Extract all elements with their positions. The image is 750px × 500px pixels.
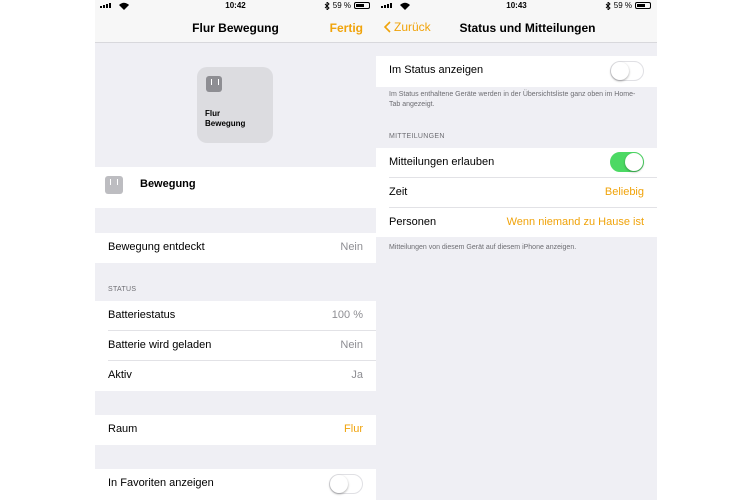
status-bar: 10:42 59 % [95,0,376,13]
time-row[interactable]: Zeit Beliebig [376,178,657,208]
battery-status-label: Batteriestatus [108,309,176,321]
show-in-status-row: Im Status anzeigen [376,56,657,87]
motion-sensor-icon [206,76,222,92]
favorites-row: In Favoriten anzeigen [95,469,376,500]
battery-percent: 59 % [332,1,351,10]
favorites-label: In Favoriten anzeigen [108,477,214,489]
notifications-footnote: Mitteilungen von diesem Gerät auf diesem… [389,244,577,251]
navigation-bar: Zurück Status und Mitteilungen [376,13,657,43]
allow-notifications-row: Mitteilungen erlauben [376,148,657,178]
motion-detected-label: Bewegung entdeckt [108,241,205,253]
show-in-status-label: Im Status anzeigen [389,64,484,76]
motion-detected-row: Bewegung entdeckt Nein [95,233,376,263]
back-button[interactable]: Zurück [384,20,431,34]
battery-charging-label: Batterie wird geladen [108,339,212,351]
status-section-header: STATUS [108,286,137,293]
active-value: Ja [351,369,363,381]
battery-icon [635,2,651,9]
status-bar: 10:43 59 % [376,0,657,13]
status-notifications-screen: 10:43 59 % Zurück Status und Mitteilunge… [376,0,657,500]
back-label: Zurück [394,20,431,34]
battery-charging-value: Nein [340,339,363,351]
accessory-name-row[interactable]: Bewegung [95,167,376,208]
room-label: Raum [108,423,138,435]
battery-charging-row: Batterie wird geladen Nein [95,331,376,361]
done-button[interactable]: Fertig [330,21,363,35]
show-in-status-toggle[interactable] [610,61,644,81]
time-value: Beliebig [604,186,644,198]
page-title: Status und Mitteilungen [459,21,596,35]
accessory-tile[interactable]: Flur Bewegung [197,67,273,143]
active-row: Aktiv Ja [95,361,376,391]
motion-detected-value: Nein [340,241,363,253]
accessory-settings-screen: 10:42 59 % Flur Bewegung Fertig Flur Bew… [95,0,376,500]
battery-status-value: 100 % [331,309,363,321]
chevron-left-icon [384,21,391,33]
battery-icon [354,2,370,9]
toggle-knob [611,62,629,80]
time-label: Zeit [389,186,408,198]
people-row[interactable]: Personen Wenn niemand zu Hause ist [376,208,657,237]
toggle-knob [625,153,643,171]
allow-notifications-toggle[interactable] [610,152,644,172]
navigation-bar: Flur Bewegung Fertig [95,13,376,43]
room-value: Flur [344,423,363,435]
tile-name: Flur Bewegung [205,109,246,128]
bluetooth-icon [605,1,611,10]
active-label: Aktiv [108,369,132,381]
allow-notifications-label: Mitteilungen erlauben [389,156,495,168]
favorites-toggle[interactable] [329,474,363,494]
people-label: Personen [389,216,437,228]
notifications-section-header: MITTEILUNGEN [389,133,445,140]
accessory-name: Bewegung [140,178,196,190]
people-value: Wenn niemand zu Hause ist [506,216,644,228]
toggle-knob [330,475,348,493]
status-footnote: Im Status enthaltene Geräte werden in de… [389,91,636,108]
motion-sensor-icon [105,176,123,194]
bluetooth-icon [324,1,330,10]
battery-percent: 59 % [613,1,632,10]
battery-status-row: Batteriestatus 100 % [95,301,376,331]
room-row[interactable]: Raum Flur [95,415,376,445]
